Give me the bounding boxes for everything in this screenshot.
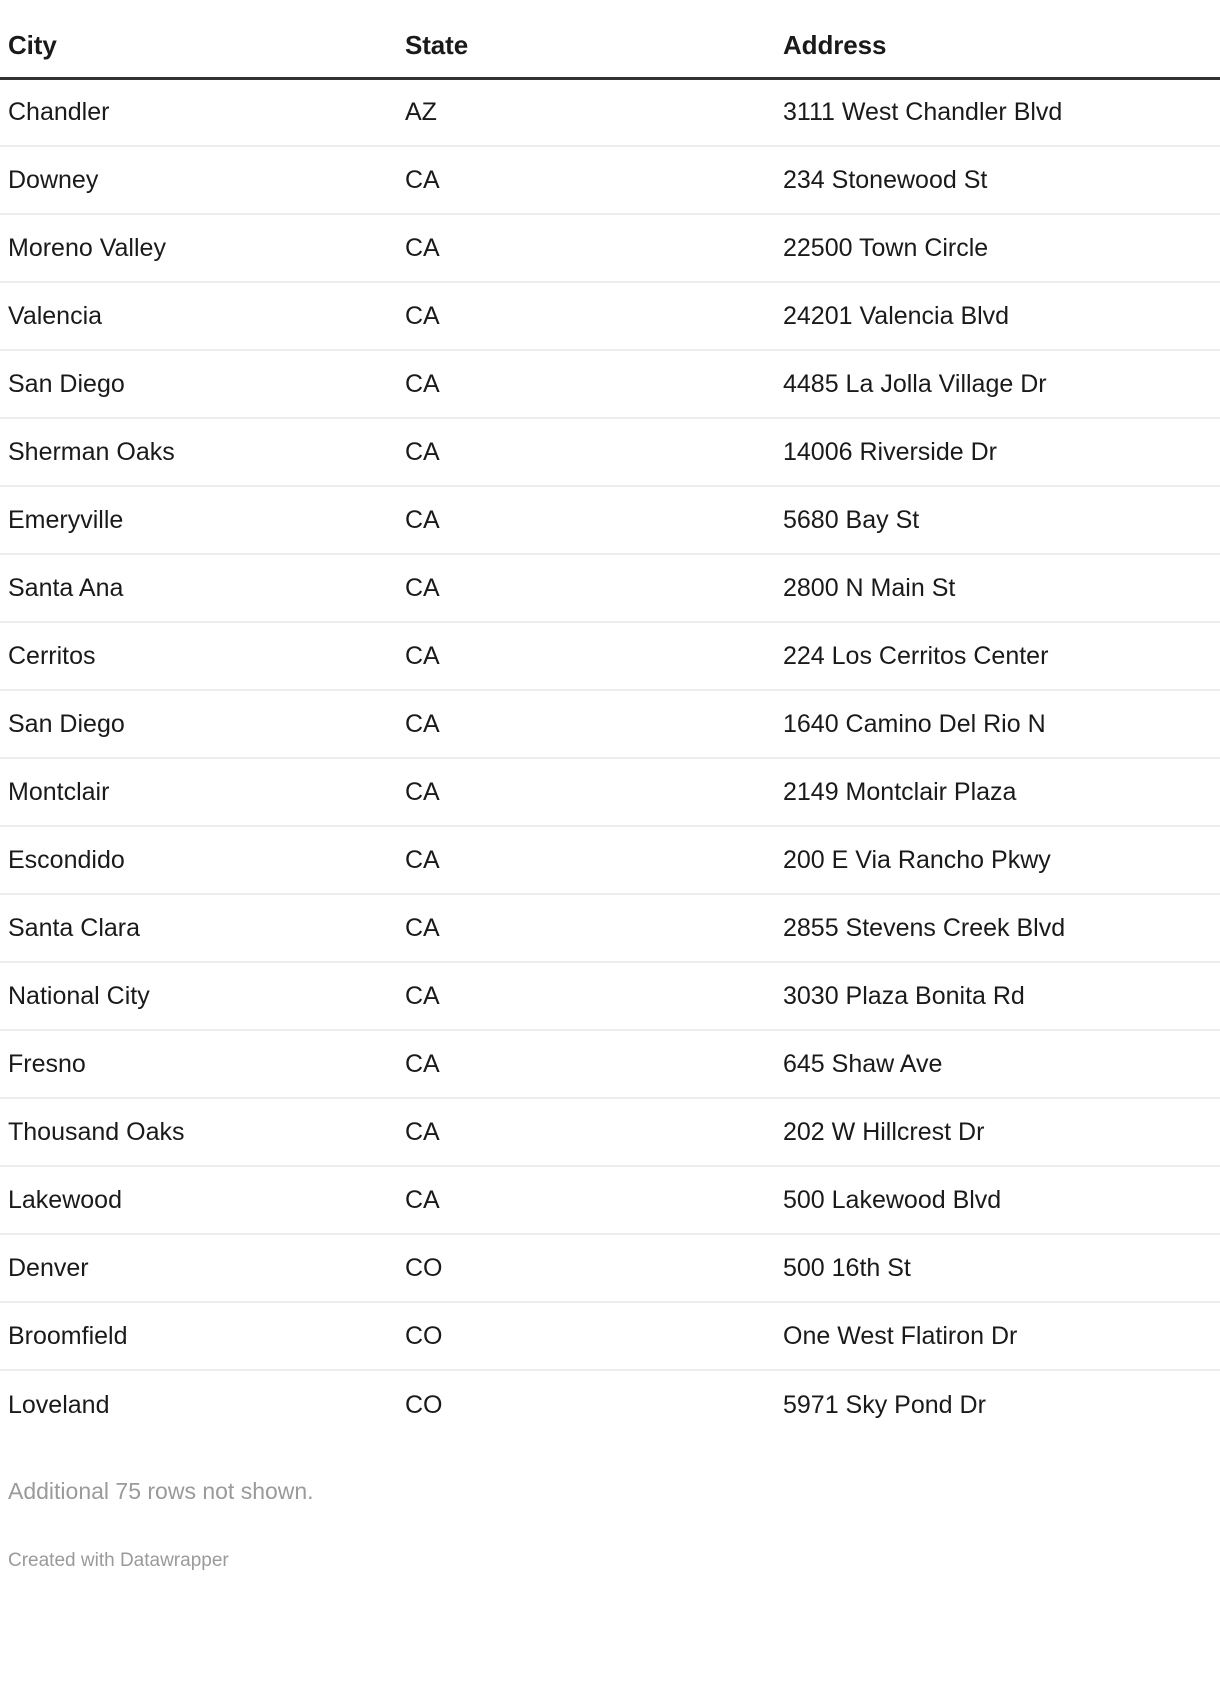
cell-state: CA xyxy=(397,894,775,963)
cell-city: Valencia xyxy=(0,282,397,351)
table-row: Loveland CO 5971 Sky Pond Dr xyxy=(0,1370,1220,1438)
cell-address: 2855 Stevens Creek Blvd xyxy=(775,894,1220,963)
cell-address: 500 Lakewood Blvd xyxy=(775,1166,1220,1235)
cell-address: 4485 La Jolla Village Dr xyxy=(775,350,1220,419)
cell-city: National City xyxy=(0,962,397,1031)
cell-state: CA xyxy=(397,554,775,623)
cell-address: One West Flatiron Dr xyxy=(775,1302,1220,1371)
cell-state: CA xyxy=(397,282,775,351)
cell-state: CA xyxy=(397,418,775,487)
table-header-row: City State Address xyxy=(0,0,1220,80)
table-row: Downey CA 234 Stonewood St xyxy=(0,146,1220,215)
column-header-state[interactable]: State xyxy=(397,0,775,80)
cell-city: Moreno Valley xyxy=(0,214,397,283)
cell-city: Denver xyxy=(0,1234,397,1303)
data-table-container: City State Address Chandler AZ 3111 West… xyxy=(0,0,1220,1572)
cell-state: CO xyxy=(397,1234,775,1303)
cell-address: 2800 N Main St xyxy=(775,554,1220,623)
table-body: Chandler AZ 3111 West Chandler Blvd Down… xyxy=(0,78,1220,1438)
cell-state: CA xyxy=(397,1098,775,1167)
table-row: Montclair CA 2149 Montclair Plaza xyxy=(0,758,1220,827)
cell-city: Santa Ana xyxy=(0,554,397,623)
table-row: Sherman Oaks CA 14006 Riverside Dr xyxy=(0,418,1220,487)
table-row: Valencia CA 24201 Valencia Blvd xyxy=(0,282,1220,351)
cell-state: AZ xyxy=(397,78,775,147)
cell-city: Chandler xyxy=(0,78,397,147)
cell-city: Lakewood xyxy=(0,1166,397,1235)
table-header: City State Address xyxy=(0,0,1220,80)
column-header-address[interactable]: Address xyxy=(775,0,1220,80)
table-row: Broomfield CO One West Flatiron Dr xyxy=(0,1302,1220,1371)
cell-address: 2149 Montclair Plaza xyxy=(775,758,1220,827)
cell-address: 24201 Valencia Blvd xyxy=(775,282,1220,351)
cell-state: CA xyxy=(397,690,775,759)
cell-address: 3030 Plaza Bonita Rd xyxy=(775,962,1220,1031)
cell-state: CA xyxy=(397,350,775,419)
cell-city: Montclair xyxy=(0,758,397,827)
cell-address: 22500 Town Circle xyxy=(775,214,1220,283)
cell-address: 500 16th St xyxy=(775,1234,1220,1303)
cell-state: CA xyxy=(397,826,775,895)
cell-address: 5680 Bay St xyxy=(775,486,1220,555)
table-row: Lakewood CA 500 Lakewood Blvd xyxy=(0,1166,1220,1235)
cell-state: CO xyxy=(397,1302,775,1371)
table-row: Moreno Valley CA 22500 Town Circle xyxy=(0,214,1220,283)
cell-address: 234 Stonewood St xyxy=(775,146,1220,215)
table-row: Chandler AZ 3111 West Chandler Blvd xyxy=(0,78,1220,147)
cell-address: 202 W Hillcrest Dr xyxy=(775,1098,1220,1167)
cell-city: San Diego xyxy=(0,690,397,759)
table-row: Thousand Oaks CA 202 W Hillcrest Dr xyxy=(0,1098,1220,1167)
cell-city: Broomfield xyxy=(0,1302,397,1371)
table-row: National City CA 3030 Plaza Bonita Rd xyxy=(0,962,1220,1031)
cell-state: CA xyxy=(397,146,775,215)
cell-address: 14006 Riverside Dr xyxy=(775,418,1220,487)
column-header-city[interactable]: City xyxy=(0,0,397,80)
table-footer: Additional 75 rows not shown. Created wi… xyxy=(0,1438,1220,1572)
table-row: San Diego CA 1640 Camino Del Rio N xyxy=(0,690,1220,759)
cell-city: San Diego xyxy=(0,350,397,419)
cell-city: Cerritos xyxy=(0,622,397,691)
cell-address: 5971 Sky Pond Dr xyxy=(783,1390,986,1419)
data-table: City State Address Chandler AZ 3111 West… xyxy=(0,0,1220,1438)
cell-state: CA xyxy=(397,758,775,827)
cell-state: CA xyxy=(397,1030,775,1099)
table-row: Escondido CA 200 E Via Rancho Pkwy xyxy=(0,826,1220,895)
table-row: Cerritos CA 224 Los Cerritos Center xyxy=(0,622,1220,691)
cell-address: 1640 Camino Del Rio N xyxy=(775,690,1220,759)
cell-address: 200 E Via Rancho Pkwy xyxy=(775,826,1220,895)
cell-address: 3111 West Chandler Blvd xyxy=(775,78,1220,147)
cell-city: Escondido xyxy=(0,826,397,895)
cell-city: Downey xyxy=(0,146,397,215)
cell-city: Loveland xyxy=(8,1390,110,1419)
rows-not-shown-note: Additional 75 rows not shown. xyxy=(8,1478,314,1504)
cell-state: CA xyxy=(397,622,775,691)
table-row: Emeryville CA 5680 Bay St xyxy=(0,486,1220,555)
table-row: Denver CO 500 16th St xyxy=(0,1234,1220,1303)
cell-state: CO xyxy=(405,1390,443,1419)
cell-state: CA xyxy=(397,214,775,283)
cell-address: 224 Los Cerritos Center xyxy=(775,622,1220,691)
datawrapper-credit[interactable]: Created with Datawrapper xyxy=(8,1506,1220,1573)
cell-state: CA xyxy=(397,486,775,555)
table-row: Santa Clara CA 2855 Stevens Creek Blvd xyxy=(0,894,1220,963)
cell-city: Fresno xyxy=(0,1030,397,1099)
cell-city: Santa Clara xyxy=(0,894,397,963)
cell-state: CA xyxy=(397,962,775,1031)
cell-city: Thousand Oaks xyxy=(0,1098,397,1167)
cell-state: CA xyxy=(397,1166,775,1235)
table-row: Santa Ana CA 2800 N Main St xyxy=(0,554,1220,623)
table-row: Fresno CA 645 Shaw Ave xyxy=(0,1030,1220,1099)
cell-address: 645 Shaw Ave xyxy=(775,1030,1220,1099)
table-row: San Diego CA 4485 La Jolla Village Dr xyxy=(0,350,1220,419)
cell-city: Emeryville xyxy=(0,486,397,555)
cell-city: Sherman Oaks xyxy=(0,418,397,487)
